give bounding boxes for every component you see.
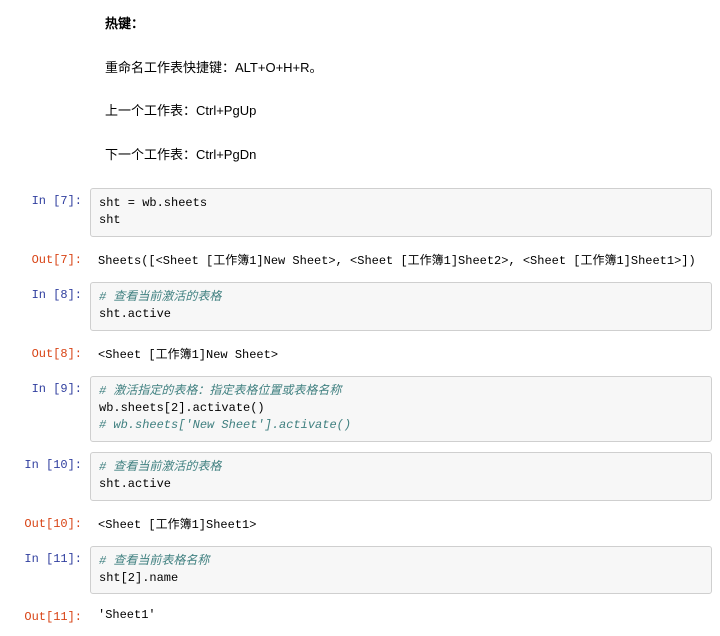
in-prompt: In [8]:	[0, 282, 90, 302]
code-input[interactable]: # 查看当前表格名称 sht[2].name	[90, 546, 712, 595]
code-input[interactable]: # 激活指定的表格：指定表格位置或表格名称 wb.sheets[2].activ…	[90, 376, 712, 442]
code-cell: In [10]: # 查看当前激活的表格 sht.active	[0, 452, 712, 501]
output-cell: Out[11]: 'Sheet1'	[0, 604, 712, 626]
code-line: wb.sheets[2].activate()	[99, 401, 265, 415]
code-input[interactable]: sht = wb.sheets sht	[90, 188, 712, 237]
output-cell: Out[8]: <Sheet [工作簿1]New Sheet>	[0, 341, 712, 366]
code-cell: In [8]: # 查看当前激活的表格 sht.active	[0, 282, 712, 331]
code-comment: # 查看当前表格名称	[99, 554, 209, 568]
code-line: sht[2].name	[99, 571, 178, 585]
output-cell: Out[7]: Sheets([<Sheet [工作簿1]New Sheet>,…	[0, 247, 712, 272]
code-cell: In [11]: # 查看当前表格名称 sht[2].name	[0, 546, 712, 595]
code-line: sht.active	[99, 477, 171, 491]
in-prompt: In [7]:	[0, 188, 90, 208]
code-line: sht = wb.sheets	[99, 196, 207, 210]
code-cell: In [9]: # 激活指定的表格：指定表格位置或表格名称 wb.sheets[…	[0, 376, 712, 442]
out-prompt: Out[7]:	[0, 247, 90, 267]
code-input[interactable]: # 查看当前激活的表格 sht.active	[90, 452, 712, 501]
md-heading: 热键：	[105, 14, 692, 34]
output-text: <Sheet [工作簿1]Sheet1>	[90, 511, 712, 536]
out-prompt: Out[11]:	[0, 604, 90, 624]
markdown-block: 热键： 重命名工作表快捷键：ALT+O+H+R。 上一个工作表：Ctrl+PgU…	[105, 14, 692, 164]
in-prompt: In [10]:	[0, 452, 90, 472]
out-prompt: Out[10]:	[0, 511, 90, 531]
code-comment: # 激活指定的表格：指定表格位置或表格名称	[99, 384, 341, 398]
md-line-rename: 重命名工作表快捷键：ALT+O+H+R。	[105, 58, 692, 78]
code-comment: # 查看当前激活的表格	[99, 460, 221, 474]
in-prompt: In [11]:	[0, 546, 90, 566]
code-line: sht	[99, 213, 121, 227]
code-cell: In [7]: sht = wb.sheets sht	[0, 188, 712, 237]
output-text: <Sheet [工作簿1]New Sheet>	[90, 341, 712, 366]
notebook-page: 热键： 重命名工作表快捷键：ALT+O+H+R。 上一个工作表：Ctrl+PgU…	[0, 14, 720, 626]
code-input[interactable]: # 查看当前激活的表格 sht.active	[90, 282, 712, 331]
md-line-prev-sheet: 上一个工作表：Ctrl+PgUp	[105, 101, 692, 121]
code-comment: # wb.sheets['New Sheet'].activate()	[99, 418, 351, 432]
output-text: 'Sheet1'	[90, 604, 712, 626]
code-line: sht.active	[99, 307, 171, 321]
output-text: Sheets([<Sheet [工作簿1]New Sheet>, <Sheet …	[90, 247, 712, 272]
output-cell: Out[10]: <Sheet [工作簿1]Sheet1>	[0, 511, 712, 536]
out-prompt: Out[8]:	[0, 341, 90, 361]
md-line-next-sheet: 下一个工作表：Ctrl+PgDn	[105, 145, 692, 165]
code-comment: # 查看当前激活的表格	[99, 290, 221, 304]
in-prompt: In [9]:	[0, 376, 90, 396]
